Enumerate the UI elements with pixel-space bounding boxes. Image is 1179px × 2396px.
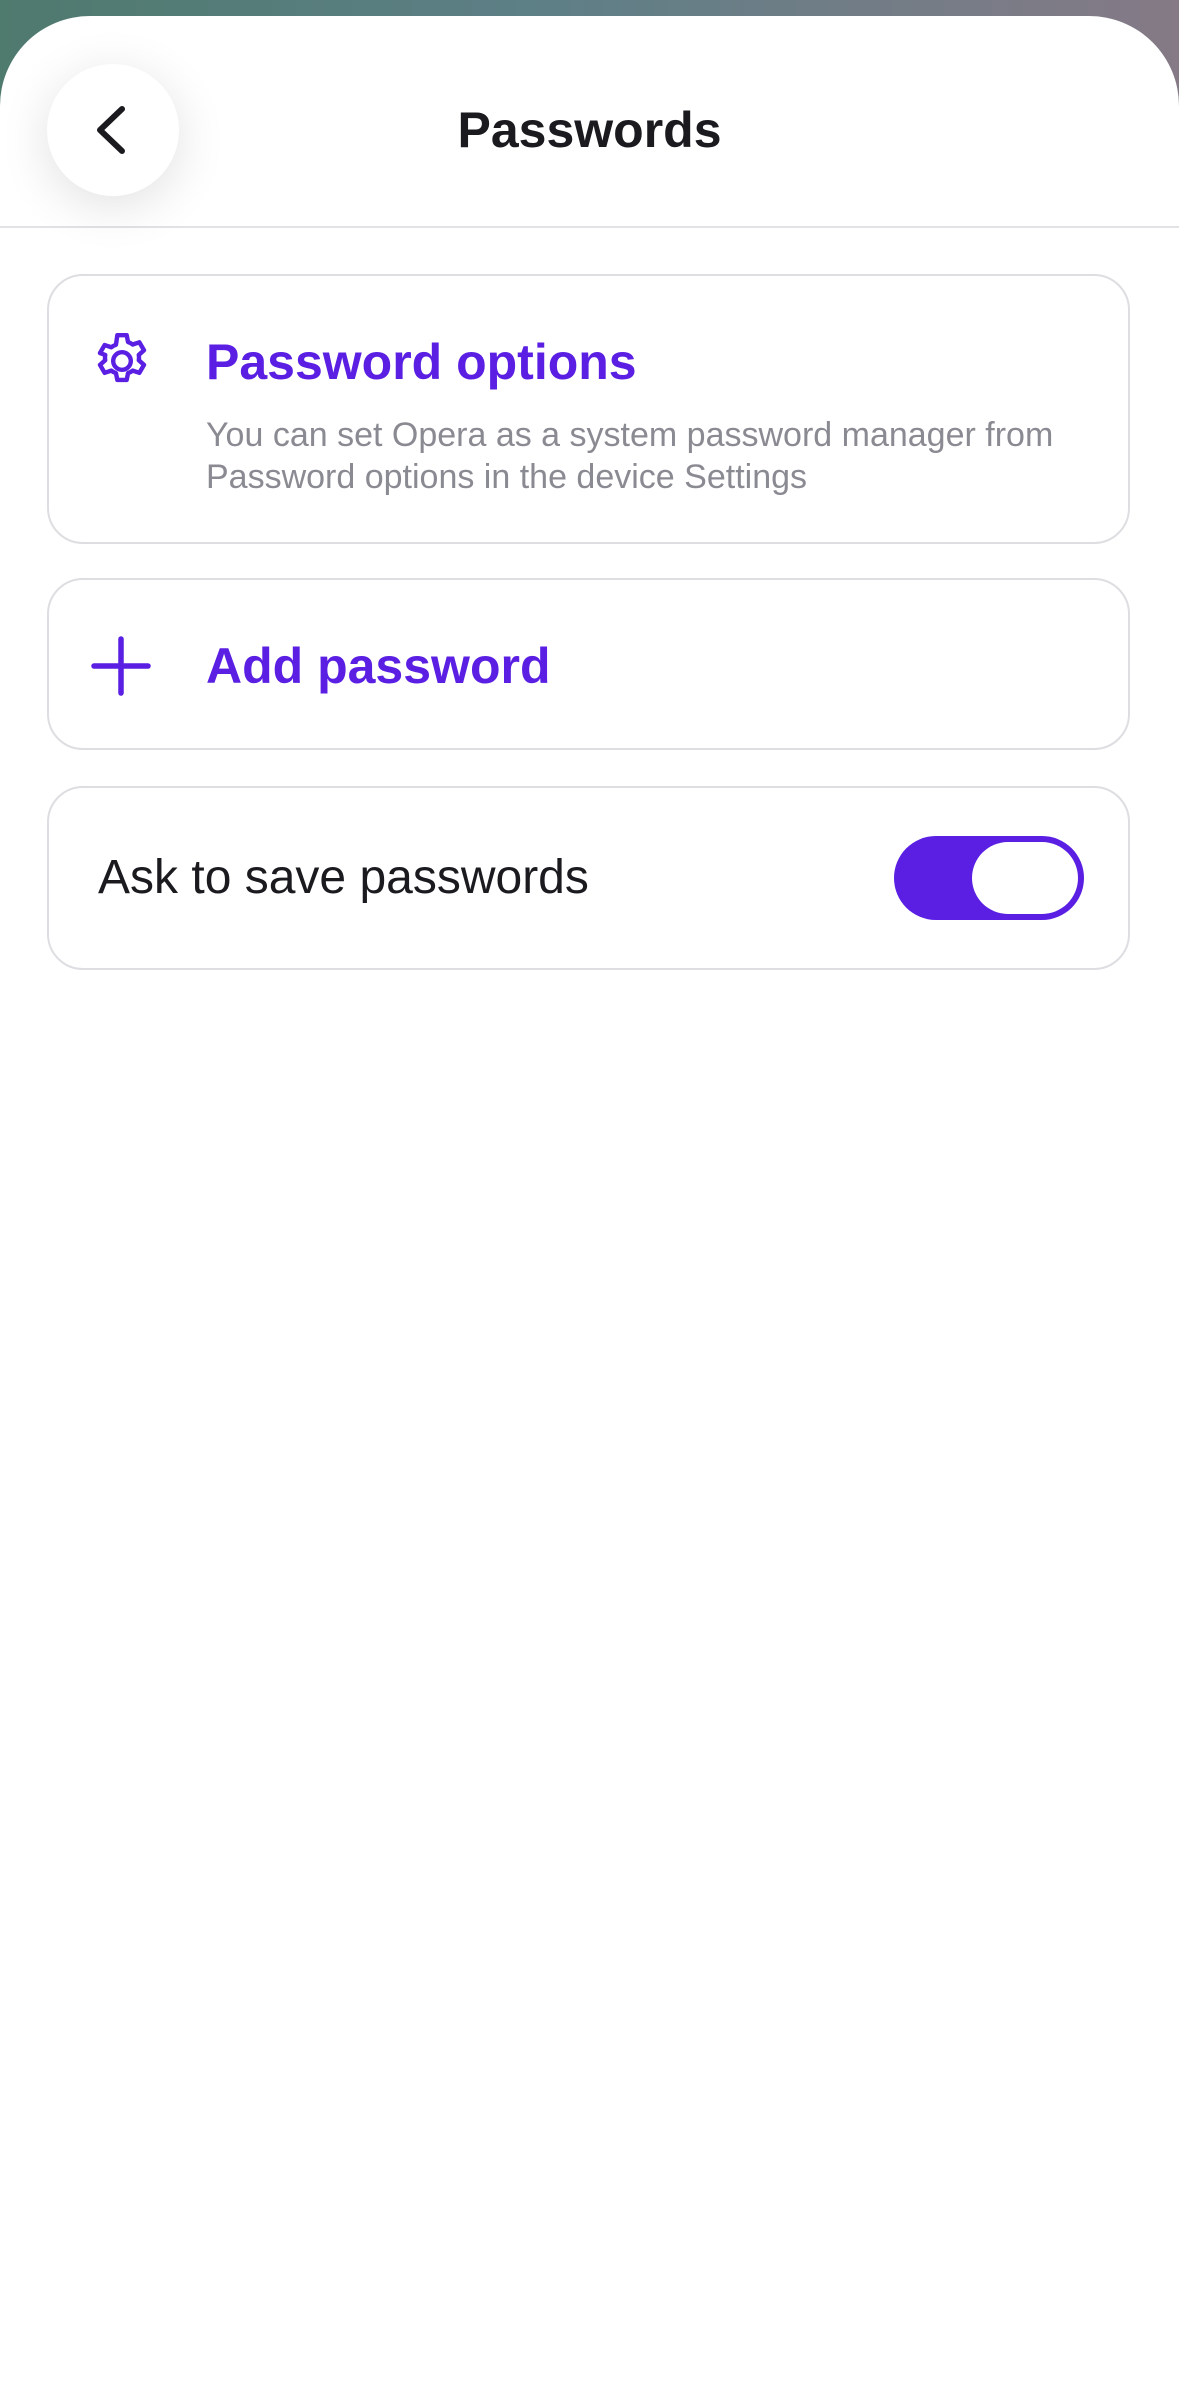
gear-icon bbox=[97, 332, 147, 383]
toggle-knob bbox=[972, 842, 1078, 914]
password-options-description: You can set Opera as a system password m… bbox=[206, 416, 1054, 496]
page-title: Passwords bbox=[457, 102, 722, 158]
ask-to-save-label: Ask to save passwords bbox=[98, 851, 589, 904]
plus-icon bbox=[91, 636, 151, 696]
add-password-label: Add password bbox=[206, 638, 551, 694]
add-password-button[interactable]: Add password bbox=[47, 578, 1130, 750]
password-options-title[interactable]: Password options bbox=[206, 332, 637, 392]
password-options-card[interactable]: Password options You can set Opera as a … bbox=[47, 274, 1130, 544]
header: Passwords bbox=[0, 16, 1179, 228]
ask-to-save-toggle[interactable] bbox=[894, 836, 1084, 920]
passwords-sheet: Passwords Password options You can set O… bbox=[0, 16, 1179, 2396]
ask-to-save-row: Ask to save passwords bbox=[47, 786, 1130, 970]
